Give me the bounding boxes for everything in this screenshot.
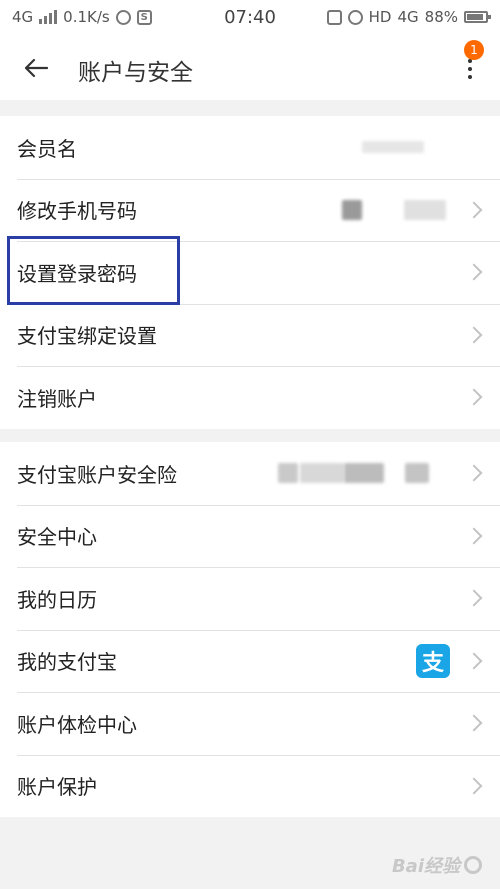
chevron-right-icon [465,714,483,732]
alipay-insurance-row[interactable]: 支付宝账户安全险 [0,442,500,505]
watermark: Bai经验 [392,852,482,878]
masked-value [362,141,424,154]
chevron-right-icon [465,527,483,545]
my-alipay-row[interactable]: 我的支付宝 支 [0,629,500,693]
battery-percent: 88% [424,8,458,26]
my-calendar-row[interactable]: 我的日历 [0,567,500,630]
row-label: 修改手机号码 [17,199,137,224]
alipay-icon: 支 [416,643,450,678]
chevron-right-icon [465,388,483,406]
row-label: 会员名 [17,136,77,161]
close-account-row[interactable]: 注销账户 [0,366,500,429]
chevron-right-icon [465,326,483,344]
chevron-right-icon [465,263,483,281]
more-dot [468,67,472,71]
status-bar: 4G 0.1K/s S 07:40 HD 4G 88% [0,0,500,36]
row-label: 我的日历 [17,587,97,612]
change-phone-row[interactable]: 修改手机号码 [0,178,500,242]
vibrate-icon [326,9,342,25]
chevron-right-icon [465,777,483,795]
masked-value [300,463,344,484]
chevron-right-icon [465,464,483,482]
alipay-binding-row[interactable]: 支付宝绑定设置 [0,303,500,367]
row-label: 我的支付宝 [17,650,117,675]
back-arrow-icon [24,58,49,78]
alarm-icon [347,9,363,25]
paw-icon [464,856,482,874]
chevron-right-icon [465,589,483,607]
masked-value [405,463,429,484]
chevron-right-icon [465,201,483,219]
member-name-row[interactable]: 会员名 [0,116,500,179]
row-label: 账户保护 [17,775,97,800]
account-checkup-row[interactable]: 账户体检中心 [0,692,500,755]
row-label: 账户体检中心 [17,712,137,737]
back-button[interactable] [18,50,54,86]
masked-value [278,463,298,484]
masked-value [342,199,362,220]
masked-value [344,463,384,484]
row-label: 注销账户 [17,386,97,411]
more-dot [468,75,472,79]
row-label: 支付宝绑定设置 [17,324,157,349]
page-title: 账户与安全 [78,60,193,86]
chevron-right-icon [465,652,483,670]
hd-label: HD [368,8,392,26]
watermark-text: Bai经验 [391,856,460,877]
security-center-row[interactable]: 安全中心 [0,504,500,568]
account-protection-row[interactable]: 账户保护 [0,754,500,818]
notification-badge: 1 [464,40,484,60]
highlight-box [7,236,180,305]
security-services-group: 支付宝账户安全险 安全中心 我的日历 我的支付宝 支 账户体检中心 账户保护 [0,442,500,817]
status-right: HD 4G 88% [326,8,491,26]
network-label-right: 4G [397,8,419,26]
row-label: 支付宝账户安全险 [17,462,177,487]
masked-value [404,199,446,220]
app-header: 账户与安全 1 [0,36,500,100]
battery-icon [464,11,491,23]
row-label: 安全中心 [17,525,97,550]
